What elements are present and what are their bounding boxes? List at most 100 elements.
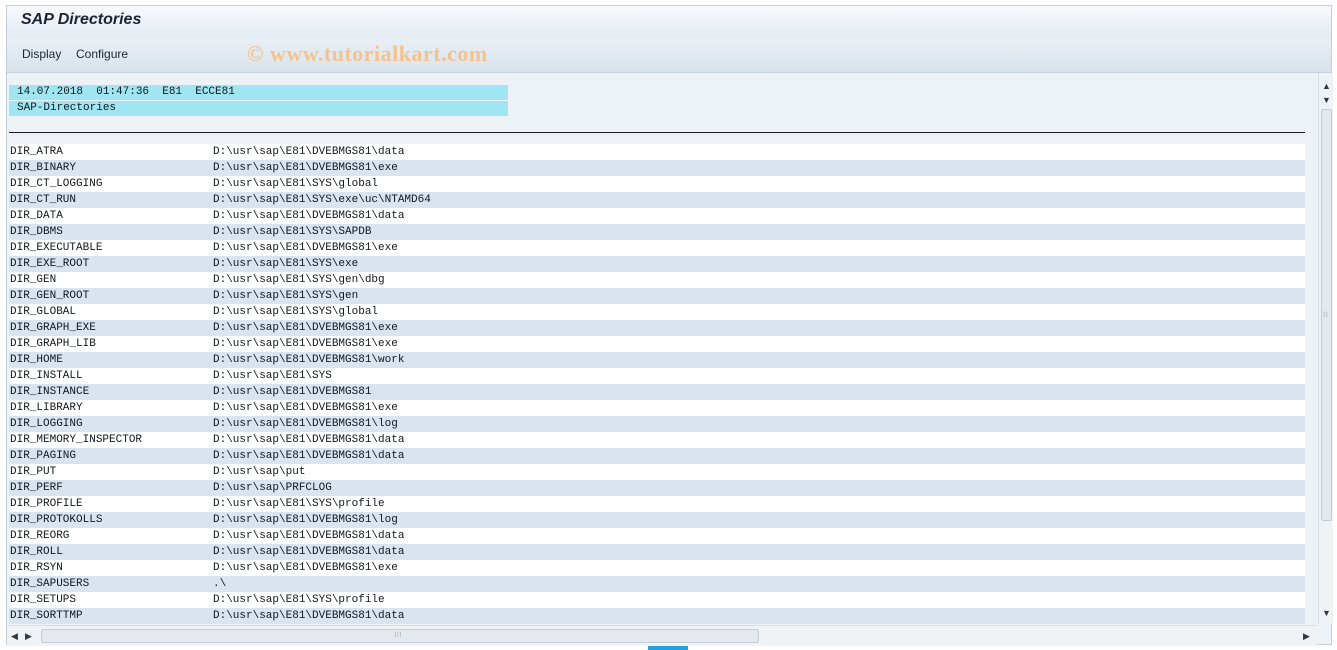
report-header-line1: 14.07.2018 01:47:36 E81 ECCE81 <box>9 85 508 100</box>
directory-path: D:\usr\sap\E81\SYS\global <box>213 178 379 190</box>
vertical-scrollbar[interactable]: ▲ ▼ ⁝⁝ ▼ <box>1318 73 1333 624</box>
directory-path: D:\usr\sap\E81\DVEBMGS81 <box>213 386 372 398</box>
list-item[interactable]: DIR_INSTALL D:\usr\sap\E81\SYS <box>9 368 1305 384</box>
directory-path: D:\usr\sap\E81\SYS\exe\uc\NTAMD64 <box>213 194 431 206</box>
triangle-up-icon[interactable]: ▲ <box>1322 81 1331 91</box>
directory-path: D:\usr\sap\PRFCLOG <box>213 482 332 494</box>
list-item[interactable]: DIR_LOGGING D:\usr\sap\E81\DVEBMGS81\log <box>9 416 1305 432</box>
list-item[interactable]: DIR_PUT D:\usr\sap\put <box>9 464 1305 480</box>
directory-path: D:\usr\sap\E81\SYS\profile <box>213 498 385 510</box>
triangle-down-icon[interactable]: ▼ <box>1322 608 1331 618</box>
bottom-accent-bar <box>648 646 688 650</box>
list-item[interactable]: DIR_EXE_ROOT D:\usr\sap\E81\SYS\exe <box>9 256 1305 272</box>
directory-path: D:\usr\sap\E81\DVEBMGS81\data <box>213 210 405 222</box>
list-item[interactable]: DIR_LIBRARY D:\usr\sap\E81\DVEBMGS81\exe <box>9 400 1305 416</box>
list-item[interactable]: DIR_EXECUTABLE D:\usr\sap\E81\DVEBMGS81\e… <box>9 240 1305 256</box>
directory-parameter-name: DIR_CT_LOGGING <box>10 178 103 190</box>
directory-path: D:\usr\sap\E81\DVEBMGS81\exe <box>213 162 398 174</box>
list-item[interactable]: DIR_GLOBAL D:\usr\sap\E81\SYS\global <box>9 304 1305 320</box>
list-item[interactable]: DIR_DATA D:\usr\sap\E81\DVEBMGS81\data <box>9 208 1305 224</box>
directory-path: D:\usr\sap\E81\DVEBMGS81\exe <box>213 338 398 350</box>
directory-path: D:\usr\sap\E81\DVEBMGS81\data <box>213 546 405 558</box>
directory-parameter-name: DIR_INSTALL <box>10 370 83 382</box>
list-item[interactable]: DIR_PERF D:\usr\sap\PRFCLOG <box>9 480 1305 496</box>
directory-path: D:\usr\sap\E81\DVEBMGS81\data <box>213 146 405 158</box>
directory-parameter-name: DIR_PAGING <box>10 450 77 462</box>
directory-parameter-name: DIR_PROTOKOLLS <box>10 514 103 526</box>
list-item[interactable]: DIR_RSYN D:\usr\sap\E81\DVEBMGS81\exe <box>9 560 1305 576</box>
directory-path: D:\usr\sap\put <box>213 466 306 478</box>
menu-bar: Display Configure © www.tutorialkart.com <box>7 38 1331 73</box>
directory-path: D:\usr\sap\E81\DVEBMGS81\log <box>213 418 398 430</box>
directory-path: D:\usr\sap\E81\DVEBMGS81\log <box>213 514 398 526</box>
directory-path: .\ <box>213 578 227 590</box>
directory-parameter-name: DIR_SAPUSERS <box>10 578 90 590</box>
menu-display[interactable]: Display <box>22 47 61 61</box>
list-item[interactable]: DIR_PROFILE D:\usr\sap\E81\SYS\profile <box>9 496 1305 512</box>
directory-parameter-name: DIR_EXE_ROOT <box>10 258 90 270</box>
directory-parameter-name: DIR_SORTTMP <box>10 610 83 622</box>
directory-path: D:\usr\sap\E81\DVEBMGS81\exe <box>213 562 398 574</box>
list-item[interactable]: DIR_SORTTMP D:\usr\sap\E81\DVEBMGS81\data <box>9 608 1305 624</box>
directory-parameter-name: DIR_PUT <box>10 466 57 478</box>
directory-parameter-name: DIR_GLOBAL <box>10 306 77 318</box>
list-item[interactable]: DIR_CT_RUN D:\usr\sap\E81\SYS\exe\uc\NTAM… <box>9 192 1305 208</box>
directory-parameter-name: DIR_GEN_ROOT <box>10 290 90 302</box>
directory-parameter-name: DIR_GRAPH_LIB <box>10 338 96 350</box>
directory-list: DIR_ATRA D:\usr\sap\E81\DVEBMGS81\data DIR… <box>9 144 1305 624</box>
directory-parameter-name: DIR_LIBRARY <box>10 402 83 414</box>
triangle-right-icon[interactable]: ▶ <box>25 631 32 641</box>
sap-window: SAP Directories Display Configure © www.… <box>6 5 1333 646</box>
list-item[interactable]: DIR_CT_LOGGING D:\usr\sap\E81\SYS\global <box>9 176 1305 192</box>
list-item[interactable]: DIR_GEN D:\usr\sap\E81\SYS\gen\dbg <box>9 272 1305 288</box>
list-item[interactable]: DIR_BINARY D:\usr\sap\E81\DVEBMGS81\exe <box>9 160 1305 176</box>
menu-configure[interactable]: Configure <box>76 47 128 61</box>
directory-path: D:\usr\sap\E81\DVEBMGS81\exe <box>213 242 398 254</box>
horizontal-scroll-thumb[interactable]: ⁝⁝⁝ <box>41 629 759 643</box>
list-item[interactable]: DIR_REORG D:\usr\sap\E81\DVEBMGS81\data <box>9 528 1305 544</box>
directory-parameter-name: DIR_CT_RUN <box>10 194 77 206</box>
directory-parameter-name: DIR_REORG <box>10 530 70 542</box>
list-item[interactable]: DIR_GRAPH_LIB D:\usr\sap\E81\DVEBMGS81\ex… <box>9 336 1305 352</box>
directory-path: D:\usr\sap\E81\SYS <box>213 370 332 382</box>
list-item[interactable]: DIR_GRAPH_EXE D:\usr\sap\E81\DVEBMGS81\ex… <box>9 320 1305 336</box>
directory-path: D:\usr\sap\E81\DVEBMGS81\data <box>213 530 405 542</box>
list-item[interactable]: DIR_ROLL D:\usr\sap\E81\DVEBMGS81\data <box>9 544 1305 560</box>
list-item[interactable]: DIR_ATRA D:\usr\sap\E81\DVEBMGS81\data <box>9 144 1305 160</box>
directory-parameter-name: DIR_ROLL <box>10 546 63 558</box>
directory-parameter-name: DIR_DATA <box>10 210 63 222</box>
directory-parameter-name: DIR_HOME <box>10 354 63 366</box>
report-area: 14.07.2018 01:47:36 E81 ECCE81 SAP-Direc… <box>7 73 1317 624</box>
directory-path: D:\usr\sap\E81\SYS\SAPDB <box>213 226 372 238</box>
directory-parameter-name: DIR_LOGGING <box>10 418 83 430</box>
list-item[interactable]: DIR_PAGING D:\usr\sap\E81\DVEBMGS81\data <box>9 448 1305 464</box>
directory-path: D:\usr\sap\E81\SYS\profile <box>213 594 385 606</box>
horizontal-scrollbar[interactable]: ◀ ▶ ⁝⁝⁝ ▶ <box>7 625 1317 646</box>
watermark-text: © www.tutorialkart.com <box>247 41 488 66</box>
directory-path: D:\usr\sap\E81\DVEBMGS81\exe <box>213 402 398 414</box>
directory-parameter-name: DIR_EXECUTABLE <box>10 242 103 254</box>
list-item[interactable]: DIR_PROTOKOLLS D:\usr\sap\E81\DVEBMGS81\l… <box>9 512 1305 528</box>
list-item[interactable]: DIR_SAPUSERS .\ <box>9 576 1305 592</box>
vertical-scroll-thumb[interactable]: ⁝⁝ <box>1321 109 1332 521</box>
directory-path: D:\usr\sap\E81\DVEBMGS81\data <box>213 450 405 462</box>
list-item[interactable]: DIR_DBMS D:\usr\sap\E81\SYS\SAPDB <box>9 224 1305 240</box>
directory-path: D:\usr\sap\E81\DVEBMGS81\data <box>213 610 405 622</box>
title-bar: SAP Directories <box>7 6 1331 39</box>
directory-parameter-name: DIR_BINARY <box>10 162 77 174</box>
directory-parameter-name: DIR_SETUPS <box>10 594 77 606</box>
list-item[interactable]: DIR_HOME D:\usr\sap\E81\DVEBMGS81\work <box>9 352 1305 368</box>
report-header-line2: SAP-Directories <box>9 101 508 116</box>
directory-parameter-name: DIR_GEN <box>10 274 57 286</box>
triangle-down-icon[interactable]: ▼ <box>1322 95 1331 105</box>
triangle-right-icon[interactable]: ▶ <box>1303 631 1310 641</box>
list-item[interactable]: DIR_INSTANCE D:\usr\sap\E81\DVEBMGS81 <box>9 384 1305 400</box>
directory-parameter-name: DIR_GRAPH_EXE <box>10 322 96 334</box>
triangle-left-icon[interactable]: ◀ <box>11 631 18 641</box>
list-item[interactable]: DIR_SETUPS D:\usr\sap\E81\SYS\profile <box>9 592 1305 608</box>
directory-path: D:\usr\sap\E81\SYS\exe <box>213 258 359 270</box>
separator-line <box>9 132 1305 133</box>
list-item[interactable]: DIR_GEN_ROOT D:\usr\sap\E81\SYS\gen <box>9 288 1305 304</box>
list-item[interactable]: DIR_MEMORY_INSPECTOR D:\usr\sap\E81\DVEBM… <box>9 432 1305 448</box>
directory-parameter-name: DIR_RSYN <box>10 562 63 574</box>
